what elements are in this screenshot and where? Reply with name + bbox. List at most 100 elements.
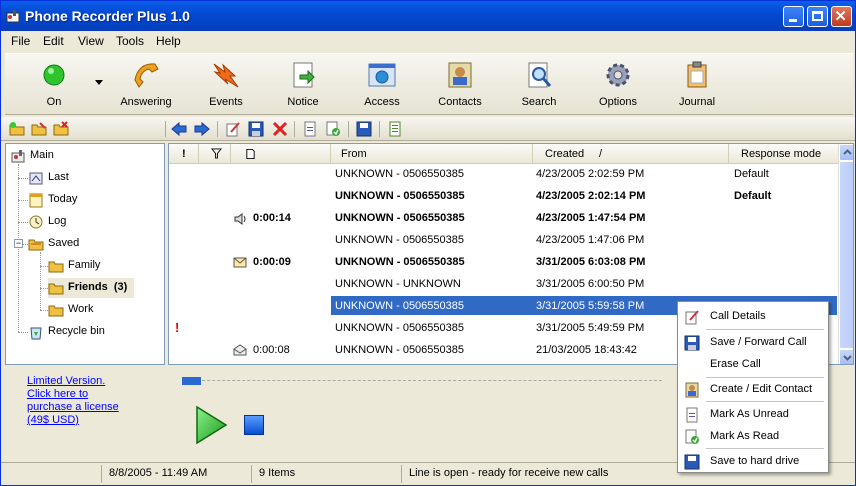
scroll-down-button[interactable]: [839, 349, 853, 364]
toolbar-contacts-button[interactable]: Contacts: [423, 56, 497, 114]
tree-item-work-label: Work: [68, 303, 94, 315]
column-from[interactable]: From: [331, 144, 533, 164]
menu-bar: File Edit View Tools Help: [1, 31, 855, 51]
toolbar-separator: [165, 121, 166, 137]
open-envelope-icon: [233, 344, 247, 356]
toolbar-contacts-label: Contacts: [438, 96, 482, 108]
toolbar-events-button[interactable]: Events: [189, 56, 263, 114]
column-priority[interactable]: !: [169, 144, 199, 164]
tree-item-friends[interactable]: Friends (3): [48, 278, 134, 298]
delete-icon[interactable]: [272, 121, 288, 137]
search-icon: [528, 62, 552, 88]
cell-created: 4/23/2005 1:47:54 PM: [536, 212, 646, 224]
minimize-button[interactable]: [783, 6, 804, 27]
cell-mode: Default: [734, 168, 769, 180]
stop-button[interactable]: [244, 415, 264, 435]
context-menu: Call Details Save / Forward Call Erase C…: [677, 301, 829, 473]
menu-tools[interactable]: Tools: [116, 34, 144, 48]
edit-icon: [685, 310, 699, 325]
menu-item-label: Create / Edit Contact: [710, 383, 813, 395]
menu-help[interactable]: Help: [156, 34, 181, 48]
events-icon: [213, 63, 239, 88]
save-to-drive-icon[interactable]: [356, 121, 372, 137]
close-button[interactable]: [831, 6, 852, 27]
vertical-scrollbar[interactable]: [838, 144, 853, 364]
forward-arrow-icon[interactable]: [194, 121, 210, 137]
tree-collapse-toggle[interactable]: −: [14, 239, 23, 248]
menu-edit[interactable]: Edit: [43, 34, 64, 48]
toolbar-separator: [294, 121, 295, 137]
column-attachment[interactable]: [231, 144, 331, 164]
toolbar-journal-button[interactable]: Journal: [660, 56, 734, 114]
toolbar-on-label: On: [46, 96, 62, 108]
tree-branch-line: [18, 178, 28, 179]
table-row[interactable]: 0:00:14 UNKNOWN - 0506550385 4/23/2005 1…: [169, 208, 838, 230]
cell-mode: Default: [734, 190, 772, 202]
edit-folder-icon[interactable]: [31, 121, 47, 137]
title-bar[interactable]: Phone Recorder Plus 1.0: [1, 1, 855, 31]
delete-folder-icon[interactable]: [53, 121, 69, 137]
column-filter[interactable]: [199, 144, 231, 164]
scroll-thumb[interactable]: [839, 161, 853, 349]
tree-item-recycle-bin-label: Recycle bin: [48, 325, 105, 337]
column-response-mode[interactable]: Response mode: [729, 144, 838, 164]
menu-item-save-hard-drive[interactable]: Save to hard drive: [678, 450, 828, 472]
column-created-label: Created: [545, 148, 585, 160]
table-row[interactable]: UNKNOWN - 0506550385 4/23/2005 1:47:06 P…: [169, 230, 838, 252]
new-folder-icon[interactable]: [9, 121, 25, 137]
page-icon: [246, 148, 255, 160]
document-check-icon[interactable]: [325, 121, 341, 137]
menu-item-create-edit-contact[interactable]: Create / Edit Contact: [678, 378, 828, 400]
promo-line: Limited Version.: [27, 375, 106, 387]
column-created[interactable]: Created /: [533, 144, 729, 164]
table-row[interactable]: UNKNOWN - 0506550385 4/23/2005 2:02:14 P…: [169, 186, 838, 208]
menu-item-label: Call Details: [710, 310, 766, 322]
toolbar-notice-button[interactable]: Notice: [266, 56, 340, 114]
edit-icon[interactable]: [225, 121, 241, 137]
cell-from: UNKNOWN - UNKNOWN: [335, 278, 461, 290]
toolbar-answering-button[interactable]: Answering: [109, 56, 183, 114]
table-row[interactable]: 0:00:09 UNKNOWN - 0506550385 3/31/2005 6…: [169, 252, 838, 274]
contact-icon: [685, 382, 699, 398]
menu-item-label: Mark As Unread: [710, 408, 789, 420]
floppy-icon: [684, 335, 700, 351]
purchase-license-link[interactable]: Limited Version. Click here to purchase …: [27, 375, 119, 427]
menu-file[interactable]: File: [11, 34, 30, 48]
floppy-icon: [684, 454, 700, 470]
journal-small-icon[interactable]: [387, 121, 403, 137]
menu-item-label: Save to hard drive: [710, 455, 800, 467]
saved-folder-icon: [28, 239, 44, 251]
maximize-button[interactable]: [807, 6, 828, 27]
menu-separator: [706, 329, 824, 330]
status-item-count: 9 Items: [259, 467, 296, 479]
tree-item-today-label: Today: [48, 193, 78, 205]
tree-branch-line: [18, 200, 28, 201]
menu-item-mark-read[interactable]: Mark As Read: [678, 425, 828, 447]
table-row[interactable]: UNKNOWN - 0506550385 4/23/2005 2:02:59 P…: [169, 164, 838, 186]
table-row[interactable]: UNKNOWN - UNKNOWN 3/31/2005 6:00:50 PM: [169, 274, 838, 296]
document-check-icon: [685, 429, 699, 444]
menu-item-label: Erase Call: [710, 358, 761, 370]
toolbar-search-button[interactable]: Search: [502, 56, 576, 114]
chevron-down-icon[interactable]: [95, 80, 103, 85]
status-datetime: 8/8/2005 - 11:49 AM: [109, 467, 208, 479]
document-icon[interactable]: [302, 121, 318, 137]
menu-item-erase-call[interactable]: Erase Call: [678, 353, 828, 375]
phone-recorder-icon: [11, 150, 25, 163]
menu-item-call-details[interactable]: Call Details: [678, 305, 828, 327]
toolbar-answering-label: Answering: [120, 96, 172, 108]
menu-view[interactable]: View: [78, 34, 104, 48]
folder-tree: Main Last Today Log − Saved Family Frien…: [5, 143, 165, 365]
back-arrow-icon[interactable]: [171, 121, 187, 137]
scroll-up-button[interactable]: [839, 144, 853, 161]
menu-item-save-forward[interactable]: Save / Forward Call: [678, 331, 828, 353]
toolbar-options-button[interactable]: Options: [581, 56, 655, 114]
toolbar-on-button[interactable]: On: [17, 56, 91, 114]
log-icon: [29, 215, 43, 229]
floppy-icon[interactable]: [248, 121, 264, 137]
progress-track[interactable]: [182, 380, 662, 381]
toolbar-access-button[interactable]: Access: [345, 56, 419, 114]
menu-item-mark-unread[interactable]: Mark As Unread: [678, 403, 828, 425]
play-icon[interactable]: [194, 405, 228, 445]
toolbar-separator: [348, 121, 349, 137]
